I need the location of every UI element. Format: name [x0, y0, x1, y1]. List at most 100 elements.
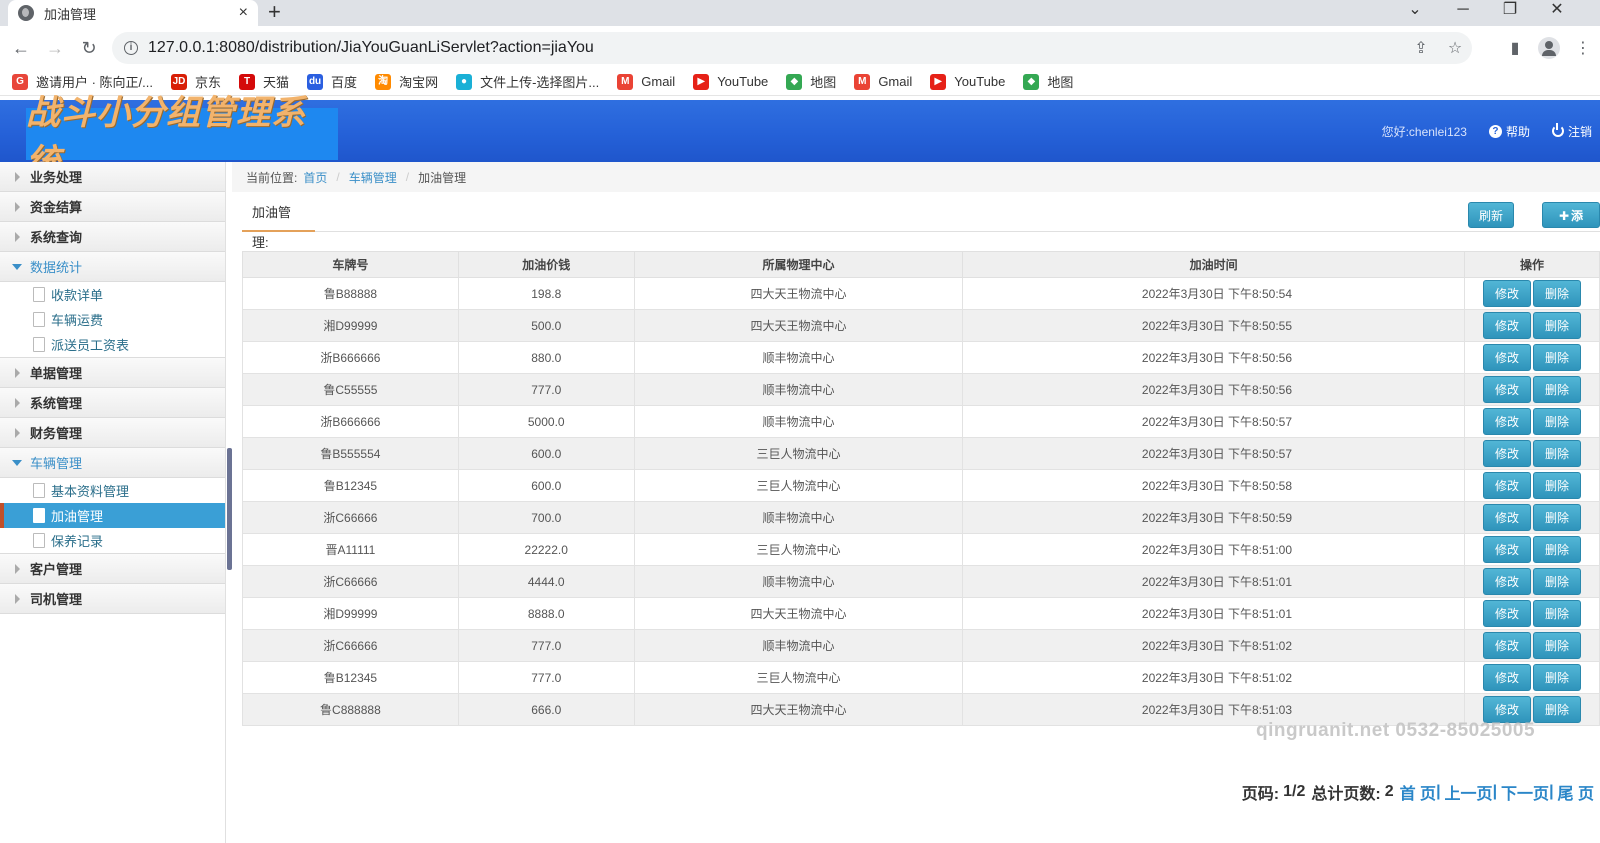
delete-button[interactable]: 删除 — [1533, 664, 1581, 691]
new-tab-button[interactable]: + — [268, 0, 281, 26]
cell-plate: 鲁B555554 — [242, 437, 459, 470]
bookmark-item[interactable]: ● 文件上传-选择图片... — [456, 72, 599, 91]
table-row: 鲁C55555 777.0 顺丰物流中心 2022年3月30日 下午8:50:56 修改… — [242, 373, 1600, 406]
edit-button[interactable]: 修改 — [1483, 376, 1531, 403]
edit-button[interactable]: 修改 — [1483, 472, 1531, 499]
logout-label: 注销 — [1567, 124, 1592, 139]
sidebar-item[interactable]: 保养记录 — [0, 528, 225, 553]
breadcrumb-current: 加油管理 — [418, 170, 467, 185]
bookmark-item[interactable]: M Gmail — [617, 73, 675, 90]
sidebar-group[interactable]: 司机管理 — [0, 584, 225, 614]
tab-search-chevron-icon[interactable]: ⌄ — [1400, 0, 1430, 26]
refresh-button[interactable]: 刷新 — [1468, 202, 1514, 228]
sidebar-item[interactable]: 收款详单 — [0, 282, 225, 307]
edit-button[interactable]: 修改 — [1483, 280, 1531, 307]
browser-tab-active[interactable]: 加油管理 × — [8, 0, 258, 26]
logout-link[interactable]: 注销 — [1551, 123, 1592, 140]
profile-avatar-icon[interactable] — [1538, 37, 1560, 59]
sidebar-group-label: 财务管理 — [30, 426, 83, 441]
close-window-icon[interactable]: ✕ — [1542, 0, 1572, 26]
close-tab-icon[interactable]: × — [239, 4, 248, 22]
delete-button[interactable]: 删除 — [1533, 696, 1581, 723]
sidebar-group[interactable]: 客户管理 — [0, 554, 225, 584]
url-text[interactable]: 127.0.0.1:8080/distribution/JiaYouGuanLi… — [148, 39, 594, 57]
sidebar-item[interactable]: 基本资料管理 — [0, 478, 225, 503]
help-link[interactable]: ? 帮助 — [1488, 123, 1530, 140]
edit-button[interactable]: 修改 — [1483, 504, 1531, 531]
bookmark-item[interactable]: ◆ 地图 — [786, 72, 836, 91]
delete-button[interactable]: 删除 — [1533, 568, 1581, 595]
delete-button[interactable]: 删除 — [1533, 376, 1581, 403]
delete-button[interactable]: 删除 — [1533, 280, 1581, 307]
delete-button[interactable]: 删除 — [1533, 632, 1581, 659]
sidebar-group[interactable]: 车辆管理 — [0, 448, 225, 478]
cell-plate: 鲁B12345 — [242, 469, 459, 502]
delete-button[interactable]: 删除 — [1533, 504, 1581, 531]
bookmark-item[interactable]: M Gmail — [854, 73, 912, 90]
minimize-icon[interactable]: ─ — [1448, 0, 1478, 26]
edit-button[interactable]: 修改 — [1483, 344, 1531, 371]
cell-actions: 修改 删除 — [1464, 309, 1600, 342]
edit-button[interactable]: 修改 — [1483, 600, 1531, 627]
edit-button[interactable]: 修改 — [1483, 536, 1531, 563]
sidebar-group[interactable]: 系统查询 — [0, 222, 225, 252]
sidebar-item[interactable]: 加油管理 — [0, 503, 225, 528]
delete-button[interactable]: 删除 — [1533, 344, 1581, 371]
share-icon[interactable]: ⇪ — [1404, 38, 1438, 58]
edit-button[interactable]: 修改 — [1483, 568, 1531, 595]
delete-button[interactable]: 删除 — [1533, 600, 1581, 627]
cell-price: 880.0 — [457, 341, 635, 374]
cell-center: 顺丰物流中心 — [633, 565, 964, 598]
bookmark-label: 淘宝网 — [399, 75, 439, 90]
cell-price: 500.0 — [457, 309, 635, 342]
bookmark-item[interactable]: ▶ YouTube — [930, 73, 1005, 90]
delete-button[interactable]: 删除 — [1533, 472, 1581, 499]
edit-button[interactable]: 修改 — [1483, 664, 1531, 691]
sidebar-group[interactable]: 数据统计 — [0, 252, 225, 282]
breadcrumb-home[interactable]: 首页 — [303, 169, 327, 186]
back-icon[interactable]: ← — [4, 38, 38, 59]
sidebar-group[interactable]: 资金结算 — [0, 192, 225, 222]
next-page-link[interactable]: 下一页 — [1501, 780, 1549, 804]
sidebar-group[interactable]: 财务管理 — [0, 418, 225, 448]
sidebar-group[interactable]: 业务处理 — [0, 162, 225, 192]
site-info-icon[interactable]: i — [124, 41, 138, 55]
add-button[interactable]: ✚ 添加 — [1542, 202, 1600, 249]
restore-icon[interactable]: ❐ — [1495, 0, 1525, 26]
bookmark-label: 地图 — [810, 75, 837, 90]
last-page-link[interactable]: 尾 页 — [1558, 780, 1594, 804]
edit-button[interactable]: 修改 — [1483, 696, 1531, 723]
edit-button[interactable]: 修改 — [1483, 440, 1531, 467]
col-header-price: 加油价钱 — [457, 251, 635, 278]
reload-icon[interactable]: ↻ — [72, 38, 106, 59]
forward-icon[interactable]: → — [38, 38, 72, 59]
edit-button[interactable]: 修改 — [1483, 408, 1531, 435]
caret-right-icon — [15, 367, 20, 378]
delete-button[interactable]: 删除 — [1533, 312, 1581, 339]
bookmark-item[interactable]: 淘淘宝网 — [375, 72, 438, 91]
table-row: 浙C66666 700.0 顺丰物流中心 2022年3月30日 下午8:50:59 修改… — [242, 501, 1600, 534]
delete-button[interactable]: 删除 — [1533, 536, 1581, 563]
delete-button[interactable]: 删除 — [1533, 440, 1581, 467]
table-row: 晋A11111 22222.0 三巨人物流中心 2022年3月30日 下午8:51:0… — [242, 533, 1600, 566]
cell-price: 700.0 — [457, 501, 635, 534]
edit-button[interactable]: 修改 — [1483, 632, 1531, 659]
sidebar-item[interactable]: 车辆运费 — [0, 307, 225, 332]
sidebar-group[interactable]: 单据管理 — [0, 358, 225, 388]
sidebar-group[interactable]: 系统管理 — [0, 388, 225, 418]
bookmark-item[interactable]: ▶ YouTube — [693, 73, 768, 90]
edit-button[interactable]: 修改 — [1483, 312, 1531, 339]
sidebar-item[interactable]: 派送员工资表 — [0, 332, 225, 357]
first-page-link[interactable]: 首 页 — [1400, 780, 1436, 804]
cell-time: 2022年3月30日 下午8:51:01 — [962, 565, 1465, 598]
side-panel-icon[interactable]: ▮ — [1498, 38, 1532, 58]
cell-plate: 浙B666666 — [242, 341, 459, 374]
menu-kebab-icon[interactable]: ⋮ — [1566, 38, 1600, 58]
bookmark-star-icon[interactable]: ☆ — [1438, 38, 1472, 58]
bookmark-item[interactable]: ◆ 地图 — [1023, 72, 1073, 91]
col-header-actions: 操作 — [1464, 251, 1600, 278]
prev-page-link[interactable]: 上一页 — [1445, 780, 1493, 804]
address-bar[interactable]: i 127.0.0.1:8080/distribution/JiaYouGuan… — [112, 32, 1472, 64]
delete-button[interactable]: 删除 — [1533, 408, 1581, 435]
breadcrumb-parent[interactable]: 车辆管理 — [349, 169, 397, 186]
